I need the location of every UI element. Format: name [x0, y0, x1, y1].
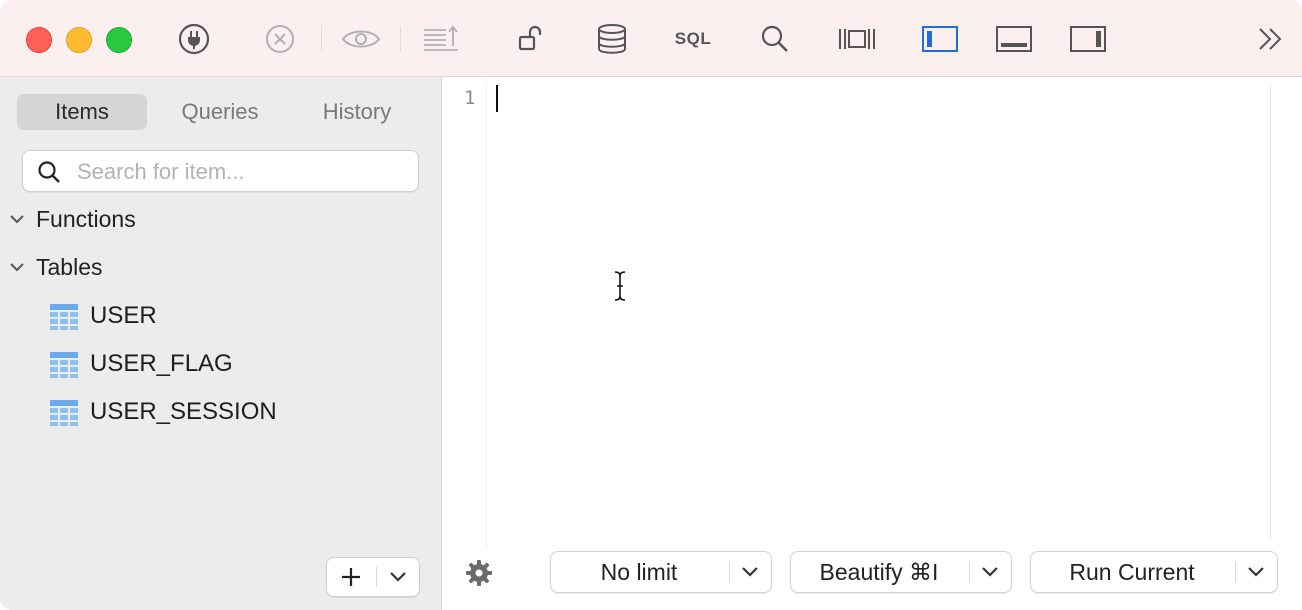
beautify-menu-button[interactable]	[970, 552, 1010, 592]
panel-bottom-icon	[996, 26, 1032, 52]
sidebar-tabs: Items Queries History	[17, 94, 417, 130]
toggle-right-panel-button[interactable]	[1068, 20, 1108, 58]
tree-group-label: Tables	[36, 253, 103, 280]
toggle-bottom-panel-button[interactable]	[994, 20, 1034, 58]
export-button[interactable]	[420, 20, 462, 58]
limit-dropdown: No limit	[550, 551, 772, 593]
sidebar: Items Queries History Functions Tables	[0, 77, 442, 610]
connection-button[interactable]	[174, 20, 214, 58]
stop-button[interactable]	[260, 20, 300, 58]
sql-label: SQL	[674, 29, 712, 48]
chevron-down-icon	[1248, 567, 1264, 577]
beautify-button[interactable]: Beautify ⌘I	[791, 552, 967, 592]
table-icon	[50, 352, 78, 378]
table-item-user[interactable]: USER	[48, 299, 408, 333]
text-export-icon	[424, 25, 458, 51]
search-input[interactable]	[75, 156, 409, 188]
magnifier-icon	[761, 25, 788, 52]
sidebar-left-icon	[922, 26, 958, 52]
add-item-menu-button[interactable]	[377, 558, 419, 596]
query-editor[interactable]: 1 No limit Beautify ⌘I Run Current	[442, 77, 1302, 610]
run-menu-button[interactable]	[1236, 552, 1276, 592]
toolbar-separator	[321, 26, 322, 52]
toolbar-overflow-button[interactable]	[1252, 20, 1288, 58]
plug-icon	[178, 23, 210, 55]
gutter-divider	[486, 77, 487, 547]
toggle-left-panel-button[interactable]	[920, 20, 960, 58]
ibeam-cursor-icon	[614, 271, 626, 301]
table-icon	[50, 304, 78, 330]
table-item-user-flag[interactable]: USER_FLAG	[48, 347, 408, 381]
limit-button[interactable]: No limit	[551, 552, 727, 592]
text-caret	[496, 85, 498, 112]
tree-group-label: Functions	[36, 205, 136, 232]
sql-button[interactable]: SQL	[670, 20, 716, 58]
tab-queries[interactable]: Queries	[155, 94, 285, 130]
lock-button[interactable]	[510, 20, 550, 58]
unlock-icon	[518, 25, 542, 51]
line-number: 1	[464, 87, 476, 109]
gear-icon[interactable]	[464, 558, 494, 588]
search-button[interactable]	[756, 20, 794, 58]
line-gutter: 1	[442, 77, 486, 547]
tree-group-functions[interactable]: Functions	[0, 202, 441, 236]
eye-icon	[341, 30, 381, 48]
close-window-button[interactable]	[26, 27, 52, 53]
view-columns-button[interactable]	[836, 20, 878, 58]
search-icon	[38, 161, 60, 183]
editor-footer: No limit Beautify ⌘I Run Current	[442, 547, 1302, 610]
chevron-down-icon	[10, 263, 24, 272]
add-item-control	[326, 557, 420, 597]
add-item-button[interactable]	[327, 558, 375, 596]
run-current-button[interactable]: Run Current	[1031, 552, 1233, 592]
database-icon	[598, 24, 626, 54]
table-icon	[50, 400, 78, 426]
chevron-double-right-icon	[1259, 28, 1282, 50]
plus-icon	[342, 568, 360, 586]
beautify-dropdown: Beautify ⌘I	[790, 551, 1012, 593]
app-window: SQL Items Queries History Search for ite…	[0, 0, 1302, 610]
chevron-down-icon	[982, 567, 998, 577]
database-button[interactable]	[592, 20, 632, 58]
table-item-user-session[interactable]: USER_SESSION	[48, 395, 408, 429]
preview-button[interactable]	[340, 20, 382, 58]
search-box	[22, 150, 419, 192]
toolbar-separator	[400, 26, 401, 52]
zoom-window-button[interactable]	[106, 27, 132, 53]
run-dropdown: Run Current	[1030, 551, 1278, 593]
table-item-label: USER_SESSION	[90, 398, 277, 425]
toolbar: SQL	[0, 0, 1302, 77]
tab-items[interactable]: Items	[17, 94, 147, 130]
chevron-down-icon	[10, 215, 24, 224]
sidebar-right-icon	[1070, 26, 1106, 52]
columns-icon	[839, 29, 875, 49]
tab-history[interactable]: History	[292, 94, 422, 130]
chevron-down-icon	[390, 572, 406, 582]
x-circle-icon	[266, 25, 294, 53]
table-item-label: USER	[90, 302, 157, 329]
minimize-window-button[interactable]	[66, 27, 92, 53]
editor-scrollbar-track[interactable]	[1270, 83, 1271, 539]
chevron-down-icon	[742, 567, 758, 577]
limit-menu-button[interactable]	[730, 552, 770, 592]
tree-group-tables[interactable]: Tables	[0, 250, 441, 284]
table-item-label: USER_FLAG	[90, 350, 233, 377]
